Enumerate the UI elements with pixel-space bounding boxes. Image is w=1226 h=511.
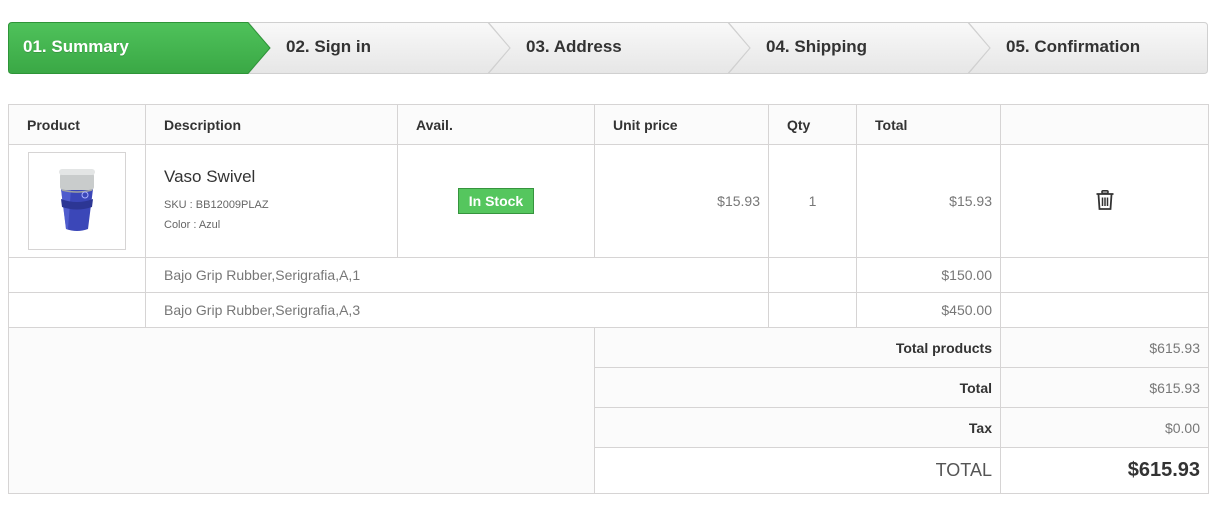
product-thumbnail[interactable] xyxy=(28,152,126,250)
total-products-value: $615.93 xyxy=(1000,327,1209,368)
availability-cell: In Stock xyxy=(397,144,595,258)
step-label: 05. Confirmation xyxy=(1006,37,1141,56)
table-row: Vaso Swivel SKU : BB12009PLAZ Color : Az… xyxy=(8,144,1209,258)
product-name[interactable]: Vaso Swivel xyxy=(164,167,397,187)
line-total: $15.93 xyxy=(856,144,1001,258)
step-label: 03. Address xyxy=(526,37,622,56)
step-label: 04. Shipping xyxy=(766,37,868,56)
table-header-row: Product Description Avail. Unit price Qt… xyxy=(8,104,1209,145)
unit-price: $15.93 xyxy=(594,144,769,258)
summary-row-total-products: Total products $615.93 xyxy=(8,327,1209,494)
quantity: 1 xyxy=(768,144,857,258)
product-image-cell xyxy=(8,144,146,258)
grand-total-value: $615.93 xyxy=(1000,447,1209,494)
in-stock-badge: In Stock xyxy=(457,188,535,214)
header-description: Description xyxy=(145,104,398,145)
tumbler-cup-icon xyxy=(59,169,95,231)
tax-value: $0.00 xyxy=(1000,407,1209,448)
step-shipping[interactable]: 04. Shipping xyxy=(727,22,998,74)
tax-label: Tax xyxy=(594,407,1001,448)
step-confirmation[interactable]: 05. Confirmation xyxy=(967,22,1208,74)
total-products-label: Total products xyxy=(594,327,1001,368)
step-label: 01. Summary xyxy=(23,37,129,56)
summary-spacer xyxy=(8,327,595,494)
header-product: Product xyxy=(8,104,146,145)
extra-description: Bajo Grip Rubber,Serigrafia,A,1 xyxy=(145,257,769,293)
cart-summary-table: Product Description Avail. Unit price Qt… xyxy=(8,104,1209,494)
extra-total: $450.00 xyxy=(856,292,1001,328)
header-avail: Avail. xyxy=(397,104,595,145)
product-sku: SKU : BB12009PLAZ xyxy=(164,199,269,211)
step-summary[interactable]: 01. Summary xyxy=(8,22,278,74)
step-label: 02. Sign in xyxy=(286,37,372,56)
step-address[interactable]: 03. Address xyxy=(487,22,758,74)
step-sign-in[interactable]: 02. Sign in xyxy=(247,22,518,74)
trash-icon[interactable] xyxy=(1096,189,1114,210)
table-row: Bajo Grip Rubber,Serigrafia,A,3 $450.00 xyxy=(8,292,1209,328)
total-label: Total xyxy=(594,367,1001,408)
checkout-steps: 05. Confirmation 04. Shipping 03. Addres… xyxy=(8,22,1208,74)
grand-total-label: TOTAL xyxy=(594,447,1001,494)
header-unit-price: Unit price xyxy=(594,104,769,145)
product-color: Color : Azul xyxy=(164,219,221,231)
product-description-cell: Vaso Swivel SKU : BB12009PLAZ Color : Az… xyxy=(145,144,398,258)
delete-cell xyxy=(1000,144,1209,258)
extra-total: $150.00 xyxy=(856,257,1001,293)
table-row: Bajo Grip Rubber,Serigrafia,A,1 $150.00 xyxy=(8,257,1209,293)
header-actions xyxy=(1000,104,1209,145)
extra-description: Bajo Grip Rubber,Serigrafia,A,3 xyxy=(145,292,769,328)
header-total: Total xyxy=(856,104,1001,145)
header-qty: Qty xyxy=(768,104,857,145)
total-value: $615.93 xyxy=(1000,367,1209,408)
